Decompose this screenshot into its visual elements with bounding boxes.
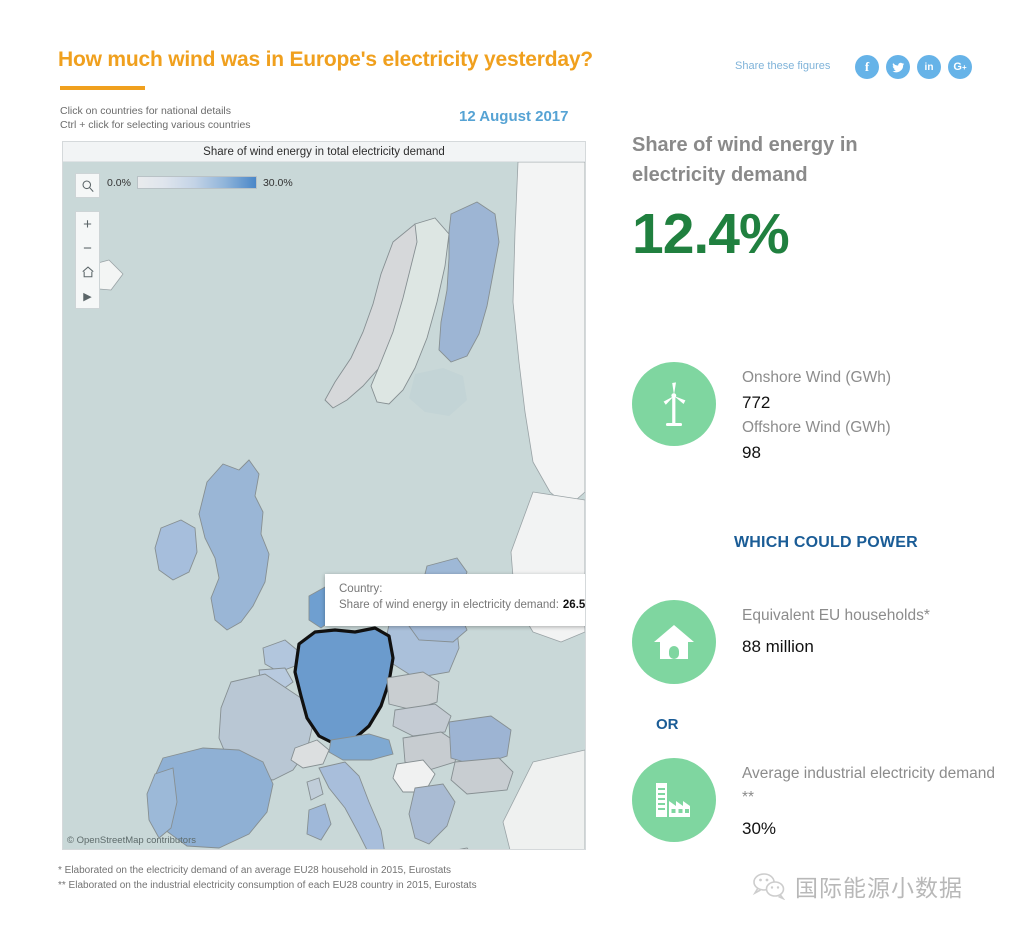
zoom-out-button[interactable]: − — [76, 236, 99, 260]
house-circle — [632, 600, 716, 684]
map-attribution: © OpenStreetMap contributors — [67, 835, 196, 846]
legend-max-label: 30.0% — [262, 176, 293, 189]
home-button[interactable] — [76, 260, 99, 284]
home-icon — [81, 266, 94, 278]
which-could-power-label: WHICH COULD POWER — [734, 534, 918, 551]
households-label: Equivalent EU households* — [742, 607, 930, 624]
googleplus-icon[interactable]: G + — [948, 55, 972, 79]
households-stat-text: Equivalent EU households* 88 million — [742, 600, 930, 660]
zoom-in-button[interactable]: + — [76, 212, 99, 236]
wechat-icon — [752, 873, 786, 900]
linkedin-icon[interactable]: in — [917, 55, 941, 79]
industrial-value: 30% — [742, 819, 777, 838]
twitter-icon[interactable] — [886, 55, 910, 79]
industrial-stat-text: Average industrial electricity demand **… — [742, 758, 1007, 842]
stat-headline: Share of wind energy in electricity dema… — [632, 134, 858, 186]
page-header: How much wind was in Europe's electricit… — [0, 0, 1023, 100]
map-hint-line-2: Ctrl + click for selecting various count… — [60, 118, 251, 131]
wind-turbine-circle — [632, 362, 716, 446]
offshore-wind-label: Offshore Wind (GWh) — [742, 419, 891, 436]
tooltip-share-value: 26.5% — [562, 599, 585, 611]
onshore-wind-value: 772 — [742, 393, 771, 412]
tooltip-share-key: Share of wind energy in electricity dema… — [339, 599, 559, 611]
map-hint-line-1: Click on countries for national details — [60, 105, 232, 117]
map-legend: 0.0% 30.0% — [107, 176, 293, 189]
footnote-2: ** Elaborated on the industrial electric… — [58, 880, 477, 891]
factory-icon — [656, 783, 690, 817]
footnote-1: * Elaborated on the electricity demand o… — [58, 865, 452, 876]
tooltip-share-row: Share of wind energy in electricity dema… — [339, 597, 585, 613]
share-label: Share these figures — [735, 60, 831, 72]
page-title: How much wind was in Europe's electricit… — [58, 48, 593, 71]
households-value: 88 million — [742, 637, 814, 656]
tooltip-country-row: Country: Germany — [339, 581, 585, 597]
map-tooltip: Country: Germany Share of wind energy in… — [325, 574, 585, 626]
wind-turbine-icon — [663, 382, 686, 426]
factory-circle — [632, 758, 716, 842]
wind-stat-text: Onshore Wind (GWh) 772 Offshore Wind (GW… — [742, 362, 891, 466]
legend-gradient — [136, 176, 257, 189]
stat-block-households: Equivalent EU households* 88 million — [632, 600, 930, 684]
house-icon — [654, 625, 694, 659]
stat-headline-value: 12.4% — [632, 202, 790, 266]
play-button[interactable]: ▶ — [76, 284, 99, 308]
stat-block-wind: Onshore Wind (GWh) 772 Offshore Wind (GW… — [632, 362, 891, 466]
map-date: 12 August 2017 — [459, 108, 569, 125]
map-search-button[interactable] — [75, 173, 100, 198]
europe-map-svg[interactable] — [63, 162, 585, 849]
legend-min-label: 0.0% — [107, 176, 131, 189]
map-control-stack[interactable]: + − ▶ — [75, 211, 100, 309]
stats-panel: Share of wind energy in electricity dema… — [632, 130, 1022, 842]
map-canvas[interactable]: 0.0% 30.0% + − ▶ © OpenStreetMap contrib… — [63, 162, 585, 849]
watermark: 国际能源小数据 — [752, 869, 963, 903]
offshore-wind-value: 98 — [742, 443, 761, 462]
onshore-wind-label: Onshore Wind (GWh) — [742, 369, 892, 386]
industrial-label: Average industrial electricity demand ** — [742, 765, 996, 806]
tooltip-country-key: Country: — [339, 583, 383, 595]
stat-block-industrial: Average industrial electricity demand **… — [632, 758, 1007, 842]
country-bulgaria — [450, 757, 514, 795]
facebook-icon[interactable]: f — [855, 55, 879, 79]
map-hints: Click on countries for national details … — [60, 105, 251, 132]
title-underline — [60, 86, 145, 90]
search-icon — [81, 179, 94, 192]
map-panel-title: Share of wind energy in total electricit… — [63, 142, 585, 162]
or-label: OR — [656, 716, 679, 733]
watermark-text: 国际能源小数据 — [795, 876, 963, 902]
footnotes: * Elaborated on the electricity demand o… — [58, 863, 477, 893]
map-panel: Share of wind energy in total electricit… — [62, 141, 586, 850]
